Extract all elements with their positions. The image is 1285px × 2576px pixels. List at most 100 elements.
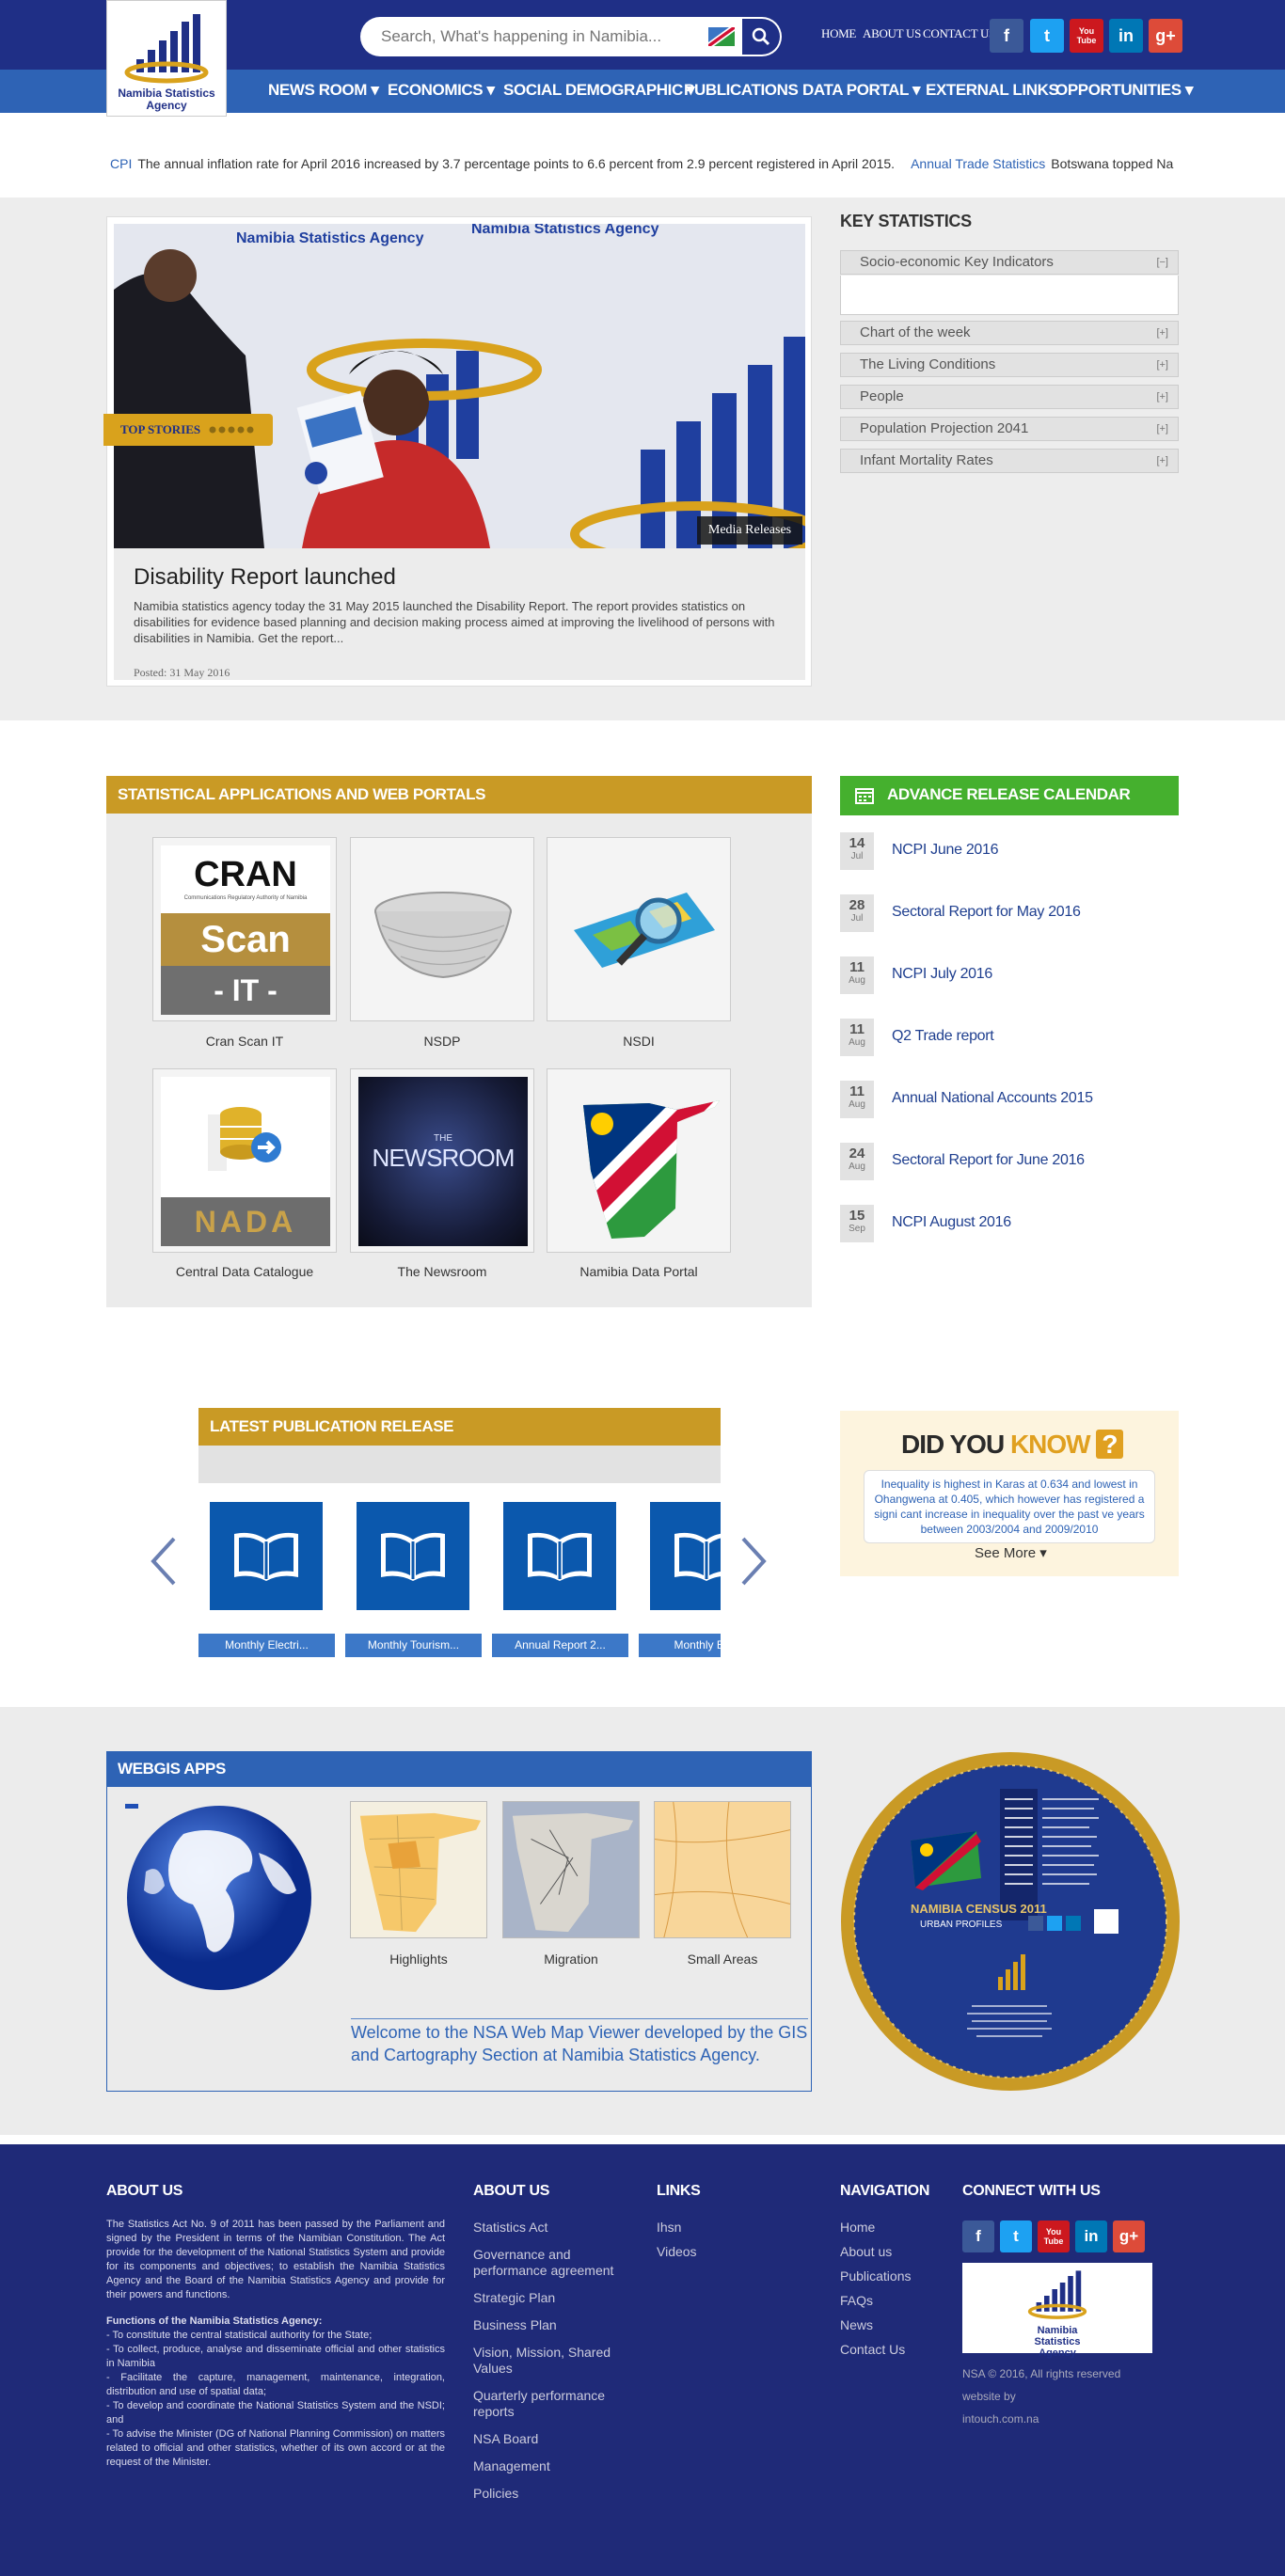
app-tile-namibia-data-portal[interactable] xyxy=(547,1068,731,1253)
ticker-key[interactable]: CPI xyxy=(110,156,132,171)
globe-icon[interactable] xyxy=(118,1796,315,1994)
nav-publications[interactable]: PUBLICATIONS xyxy=(684,81,799,100)
accordion-infant-mortality[interactable]: Infant Mortality Rates [+] xyxy=(840,449,1179,473)
accordion-socio-economic[interactable]: Socio-economic Key Indicators [−] xyxy=(840,250,1179,275)
twitter-icon[interactable]: t xyxy=(1000,2220,1032,2252)
footer-nav-link[interactable]: News xyxy=(840,2317,912,2333)
linkedin-icon[interactable]: in xyxy=(1075,2220,1107,2252)
footer-link[interactable]: Business Plan xyxy=(473,2317,619,2333)
calendar-item[interactable]: 24 Aug Sectoral Report for June 2016 xyxy=(840,1143,1179,1180)
app-label[interactable]: NSDP xyxy=(350,1034,534,1049)
calendar-item-title[interactable]: Annual National Accounts 2015 xyxy=(892,1090,1093,1107)
calendar-item-title[interactable]: Sectoral Report for May 2016 xyxy=(892,904,1081,921)
top-link-about[interactable]: ABOUT US xyxy=(863,26,921,41)
footer-link[interactable]: Ihsn xyxy=(657,2220,697,2236)
carousel-prev-icon[interactable] xyxy=(146,1533,183,1589)
facebook-icon[interactable]: f xyxy=(962,2220,994,2252)
twitter-icon[interactable]: t xyxy=(1030,19,1064,53)
app-label[interactable]: The Newsroom xyxy=(350,1264,534,1279)
slider-dots-icon[interactable] xyxy=(209,426,254,434)
youtube-icon[interactable]: You Tube xyxy=(1038,2220,1070,2252)
migration-map-thumbnail[interactable] xyxy=(502,1801,640,1938)
nav-news-room[interactable]: NEWS ROOM ▾ xyxy=(268,81,379,100)
calendar-item[interactable]: 11 Aug NCPI July 2016 xyxy=(840,956,1179,994)
webgis-label[interactable]: Highlights xyxy=(350,1952,487,1967)
collapse-icon[interactable]: [−] xyxy=(1156,251,1168,274)
media-releases-tag[interactable]: Media Releases xyxy=(697,516,802,545)
nav-social-demographic[interactable]: SOCIAL DEMOGRAPHIC ▾ xyxy=(503,81,695,100)
footer-link[interactable]: NSA Board xyxy=(473,2431,619,2447)
expand-icon[interactable]: [+] xyxy=(1156,450,1168,472)
calendar-item[interactable]: 15 Sep NCPI August 2016 xyxy=(840,1205,1179,1242)
publication-card[interactable]: Monthly Bu... xyxy=(639,1483,721,1657)
footer-link[interactable]: Vision, Mission, Shared Values xyxy=(473,2345,619,2377)
app-label[interactable]: Namibia Data Portal xyxy=(547,1264,731,1279)
app-label[interactable]: NSDI xyxy=(547,1034,731,1049)
facebook-icon[interactable]: f xyxy=(990,19,1023,53)
calendar-item-title[interactable]: NCPI July 2016 xyxy=(892,966,992,983)
accordion-chart-of-week[interactable]: Chart of the week [+] xyxy=(840,321,1179,345)
nav-data-portal[interactable]: DATA PORTAL ▾ xyxy=(802,81,921,100)
footer-nav-link[interactable]: Contact Us xyxy=(840,2342,912,2358)
googleplus-icon[interactable]: g+ xyxy=(1113,2220,1145,2252)
footer-nav-link[interactable]: Publications xyxy=(840,2268,912,2284)
calendar-item-title[interactable]: NCPI June 2016 xyxy=(892,842,999,859)
highlights-map-thumbnail[interactable] xyxy=(350,1801,487,1938)
app-tile-newsroom[interactable]: THE NEWSROOM xyxy=(350,1068,534,1253)
featured-story-title[interactable]: Disability Report launched xyxy=(134,564,396,591)
nav-opportunities[interactable]: OPPORTUNITIES ▾ xyxy=(1055,81,1194,100)
footer-link[interactable]: Management xyxy=(473,2458,619,2474)
calendar-item-title[interactable]: Q2 Trade report xyxy=(892,1028,994,1045)
nav-economics[interactable]: ECONOMICS ▾ xyxy=(388,81,495,100)
site-logo[interactable]: Namibia Statistics Agency xyxy=(106,0,227,117)
footer-link[interactable]: Videos xyxy=(657,2244,697,2260)
footer-nav-link[interactable]: About us xyxy=(840,2244,912,2260)
calendar-item[interactable]: 14 Jul NCPI June 2016 xyxy=(840,832,1179,870)
search-input[interactable] xyxy=(360,17,699,56)
search-bar[interactable] xyxy=(360,17,782,56)
publication-title[interactable]: Monthly Bu... xyxy=(639,1634,721,1657)
publication-title[interactable]: Annual Report 2... xyxy=(492,1634,628,1657)
footer-nav-link[interactable]: FAQs xyxy=(840,2293,912,2309)
app-tile-nsdi[interactable] xyxy=(547,837,731,1021)
webgis-label[interactable]: Migration xyxy=(502,1952,640,1967)
top-link-home[interactable]: HOME xyxy=(821,26,856,41)
footer-link[interactable]: Strategic Plan xyxy=(473,2290,619,2306)
accordion-people[interactable]: People [+] xyxy=(840,385,1179,409)
accordion-living-conditions[interactable]: The Living Conditions [+] xyxy=(840,353,1179,377)
calendar-item-title[interactable]: NCPI August 2016 xyxy=(892,1214,1011,1231)
search-button[interactable] xyxy=(742,19,780,55)
publication-card[interactable]: Annual Report 2... xyxy=(492,1483,628,1657)
publication-card[interactable]: Monthly Tourism... xyxy=(345,1483,482,1657)
expand-icon[interactable]: [+] xyxy=(1156,322,1168,344)
app-tile-cran[interactable]: CRAN Communications Regulatory Authority… xyxy=(152,837,337,1021)
calendar-item-title[interactable]: Sectoral Report for June 2016 xyxy=(892,1152,1085,1169)
publication-title[interactable]: Monthly Tourism... xyxy=(345,1634,482,1657)
publication-card[interactable]: Monthly Electri... xyxy=(198,1483,335,1657)
footer-link[interactable]: Statistics Act xyxy=(473,2220,619,2236)
footer-link[interactable]: Governance and performance agreement xyxy=(473,2247,619,2279)
small-areas-map-thumbnail[interactable] xyxy=(654,1801,791,1938)
census-urban-profiles-badge[interactable]: NAMIBIA CENSUS 2011 URBAN PROFILES xyxy=(840,1751,1181,2092)
carousel-next-icon[interactable] xyxy=(734,1533,771,1589)
featured-story-image[interactable]: Namibia Statistics Agency Namibia Statis… xyxy=(114,224,805,548)
expand-icon[interactable]: [+] xyxy=(1156,418,1168,440)
footer-link[interactable]: Policies xyxy=(473,2486,619,2502)
credit-link[interactable]: intouch.com.na xyxy=(962,2408,1120,2430)
app-tile-nsdp[interactable] xyxy=(350,837,534,1021)
news-ticker[interactable]: CPI The annual inflation rate for April 2… xyxy=(110,156,1182,175)
googleplus-icon[interactable]: g+ xyxy=(1149,19,1182,53)
app-tile-nada[interactable]: NADA xyxy=(152,1068,337,1253)
top-link-contact[interactable]: CONTACT US xyxy=(923,26,995,41)
expand-icon[interactable]: [+] xyxy=(1156,354,1168,376)
nav-external-links[interactable]: EXTERNAL LINKS xyxy=(926,81,1059,100)
webgis-label[interactable]: Small Areas xyxy=(654,1952,791,1967)
footer-link[interactable]: Quarterly performance reports xyxy=(473,2388,619,2420)
app-label[interactable]: Central Data Catalogue xyxy=(152,1264,337,1279)
publication-title[interactable]: Monthly Electri... xyxy=(198,1634,335,1657)
youtube-icon[interactable]: You Tube xyxy=(1070,19,1103,53)
linkedin-icon[interactable]: in xyxy=(1109,19,1143,53)
app-label[interactable]: Cran Scan IT xyxy=(152,1034,337,1049)
accordion-population-projection[interactable]: Population Projection 2041 [+] xyxy=(840,417,1179,441)
footer-nav-link[interactable]: Home xyxy=(840,2220,912,2236)
